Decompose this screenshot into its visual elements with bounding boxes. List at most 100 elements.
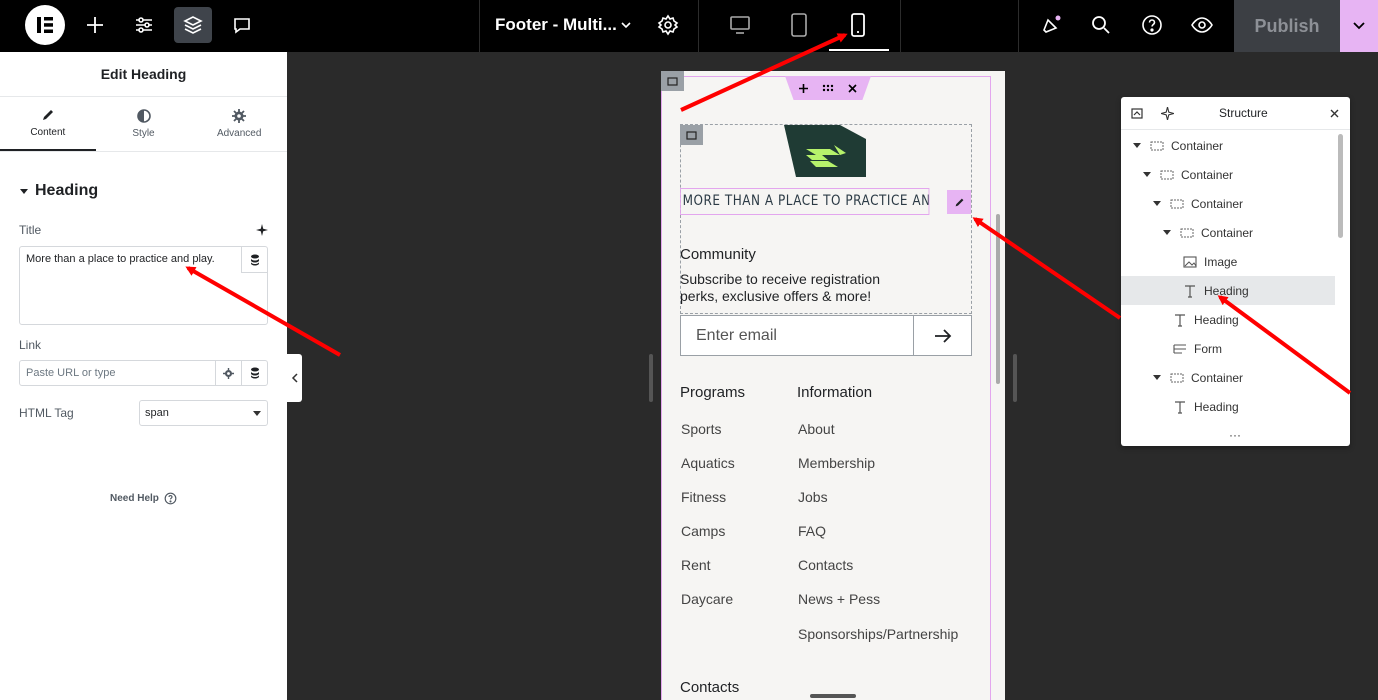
divider: [1018, 0, 1019, 52]
footer-link[interactable]: News + Pess: [798, 591, 880, 607]
footer-link[interactable]: Daycare: [681, 591, 733, 607]
html-tag-select[interactable]: span: [139, 400, 268, 426]
structure-item-form[interactable]: Form: [1121, 334, 1335, 363]
structure-item-label: Container: [1191, 196, 1244, 211]
tab-content[interactable]: Content: [0, 97, 96, 151]
caret-down-icon[interactable]: [1163, 230, 1171, 235]
structure-item-container[interactable]: Container: [1121, 363, 1335, 392]
layers-icon[interactable]: [174, 7, 212, 43]
close-icon[interactable]: [1330, 109, 1339, 118]
logo-image[interactable]: [782, 123, 870, 184]
container-icon: [1160, 170, 1174, 180]
heading-icon: [1173, 400, 1187, 414]
resize-handle-right[interactable]: [1013, 354, 1017, 402]
submit-arrow-button[interactable]: [913, 316, 971, 355]
footer-link[interactable]: FAQ: [798, 523, 826, 539]
dynamic-tags-icon[interactable]: [241, 361, 267, 385]
ai-sparkle-icon[interactable]: [256, 223, 268, 241]
dock-icon[interactable]: [1131, 108, 1143, 119]
structure-item-container[interactable]: Container: [1121, 189, 1335, 218]
settings-sliders-icon[interactable]: [125, 7, 163, 43]
structure-item-heading[interactable]: Heading: [1121, 276, 1335, 305]
structure-item-container[interactable]: Container: [1121, 218, 1335, 247]
chevron-down-icon[interactable]: [607, 7, 645, 43]
preview-eye-icon[interactable]: [1183, 7, 1221, 43]
structure-item-heading[interactable]: Heading: [1121, 392, 1335, 421]
section-toggle-heading[interactable]: Heading: [19, 182, 98, 200]
chevron-down-icon: [253, 411, 261, 416]
mobile-icon[interactable]: [839, 7, 877, 43]
container-handle-icon[interactable]: [680, 125, 703, 145]
footer-link[interactable]: Sports: [681, 421, 721, 437]
close-icon[interactable]: [848, 83, 857, 93]
section-handle[interactable]: [785, 76, 871, 100]
caret-down-icon: [20, 189, 28, 194]
publish-options-chevron-icon[interactable]: [1340, 0, 1378, 52]
announcements-icon[interactable]: [1032, 7, 1070, 43]
footer-link[interactable]: Sponsorships/Partnership: [798, 626, 958, 642]
email-field[interactable]: Enter email: [680, 315, 972, 356]
caret-down-icon[interactable]: [1133, 143, 1141, 148]
bottom-resize-handle[interactable]: [810, 694, 856, 698]
structure-item-container[interactable]: Container: [1121, 131, 1335, 160]
panel-title: Edit Heading: [0, 52, 287, 97]
drag-grid-icon[interactable]: [822, 84, 834, 92]
caret-down-icon[interactable]: [1143, 172, 1151, 177]
footer-link[interactable]: Camps: [681, 523, 725, 539]
title-label: Title: [19, 223, 42, 237]
link-input[interactable]: Paste URL or type: [19, 360, 268, 386]
desktop-icon[interactable]: [721, 7, 759, 43]
tablet-icon[interactable]: [780, 7, 818, 43]
caret-down-icon[interactable]: [1153, 201, 1161, 206]
footer-link[interactable]: Jobs: [798, 489, 828, 505]
half-circle-icon: [136, 109, 151, 123]
footer-link[interactable]: About: [798, 421, 835, 437]
footer-link[interactable]: Aquatics: [681, 455, 735, 471]
container-handle-icon[interactable]: [661, 71, 684, 91]
selected-heading-widget[interactable]: MORE THAN A PLACE TO PRACTICE AND PLAY.: [680, 188, 930, 215]
add-icon[interactable]: [799, 83, 808, 93]
link-label: Link: [19, 338, 42, 352]
comments-icon[interactable]: [223, 7, 261, 43]
collapse-panel-button[interactable]: [287, 354, 302, 402]
structure-item-heading[interactable]: Heading: [1121, 305, 1335, 334]
divider: [698, 0, 699, 52]
tab-advanced[interactable]: Advanced: [191, 97, 287, 151]
edit-widget-pencil-icon[interactable]: [947, 190, 971, 214]
container-icon: [1180, 228, 1194, 238]
resize-handle-left[interactable]: [649, 354, 653, 402]
gear-icon[interactable]: [649, 7, 687, 43]
structure-item-label: Container: [1181, 167, 1234, 182]
document-title[interactable]: Footer - Multi...: [495, 15, 617, 35]
structure-scrollbar[interactable]: [1338, 134, 1343, 238]
email-placeholder: Enter email: [696, 327, 777, 344]
heading-icon: [1173, 313, 1187, 327]
footer-link[interactable]: Contacts: [798, 557, 853, 573]
tab-style[interactable]: Style: [96, 97, 192, 151]
mobile-preview-canvas: MORE THAN A PLACE TO PRACTICE AND PLAY. …: [661, 71, 1005, 700]
subscribe-text: Subscribe to receive registration perks,…: [680, 271, 880, 304]
need-help-label: Need Help: [110, 493, 159, 504]
publish-button[interactable]: Publish: [1234, 0, 1340, 52]
structure-item-container[interactable]: Container: [1121, 160, 1335, 189]
add-icon[interactable]: [76, 7, 114, 43]
tab-advanced-label: Advanced: [216, 128, 262, 139]
preview-scrollbar[interactable]: [996, 214, 1000, 384]
help-icon[interactable]: [1133, 7, 1171, 43]
title-textarea[interactable]: More than a place to practice and play.: [19, 246, 268, 325]
need-help-link[interactable]: Need Help: [110, 492, 177, 505]
link-options-gear-icon[interactable]: [215, 361, 241, 385]
search-icon[interactable]: [1082, 7, 1120, 43]
structure-item-image[interactable]: Image: [1121, 247, 1335, 276]
dynamic-tags-icon[interactable]: [241, 247, 267, 273]
footer-link[interactable]: Membership: [798, 455, 875, 471]
footer-link[interactable]: Rent: [681, 557, 711, 573]
resize-dots-icon[interactable]: ···: [1229, 429, 1241, 441]
container-icon: [1170, 373, 1184, 383]
footer-link[interactable]: Fitness: [681, 489, 726, 505]
caret-down-icon[interactable]: [1153, 375, 1161, 380]
html-tag-value: span: [145, 407, 169, 419]
ai-sparkle-icon[interactable]: [1161, 107, 1174, 120]
elementor-logo-icon[interactable]: [25, 5, 65, 45]
link-placeholder: Paste URL or type: [26, 367, 116, 379]
